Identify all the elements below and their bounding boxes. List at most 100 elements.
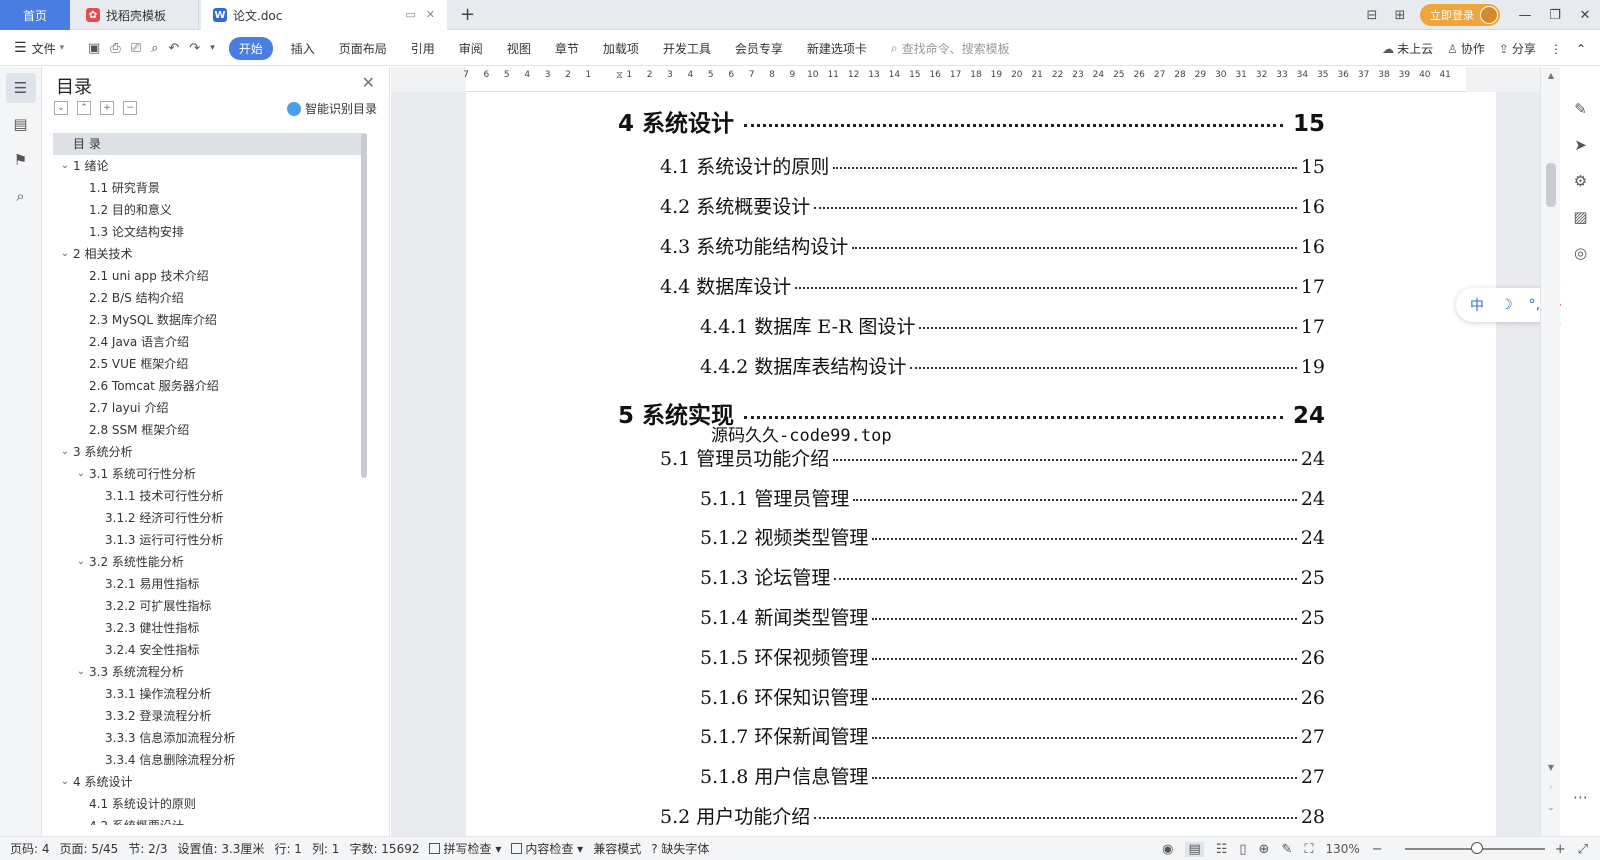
fullscreen-icon[interactable]: ⤢ bbox=[1578, 842, 1588, 857]
navigation-icon[interactable]: ▤ bbox=[6, 109, 36, 139]
remove-level-icon[interactable]: − bbox=[123, 101, 137, 115]
toc-entry[interactable]: 5.1.1 管理员管理 24 bbox=[700, 484, 1325, 511]
toc-item[interactable]: 3.3.1 操作流程分析 bbox=[53, 683, 363, 705]
toc-item[interactable]: ⌄ 3.2 系统性能分析 bbox=[53, 551, 363, 573]
export-pdf-icon[interactable]: ⎙ bbox=[110, 41, 120, 56]
toc-item[interactable]: 2.4 Java 语言介绍 bbox=[53, 331, 363, 353]
toc-panel-icon[interactable]: ☰ bbox=[5, 73, 36, 103]
indent-marker-icon[interactable]: ⧖ bbox=[616, 70, 623, 81]
toc-entry[interactable]: 5.1.7 环保新闻管理 27 bbox=[700, 722, 1325, 749]
collapse-all-icon[interactable]: ⌄ bbox=[54, 101, 68, 115]
toc-entry[interactable]: 4.4.1 数据库 E-R 图设计 17 bbox=[700, 312, 1325, 339]
toc-scrollbar[interactable] bbox=[361, 133, 367, 478]
toc-item[interactable]: 3.2.1 易用性指标 bbox=[53, 573, 363, 595]
collab-button[interactable]: ♙ 协作 bbox=[1447, 40, 1485, 57]
prev-page-icon[interactable]: ◦ bbox=[1541, 783, 1561, 792]
missing-font-button[interactable]: ? 缺失字体 bbox=[651, 840, 709, 857]
punct-icon[interactable]: °, bbox=[1529, 297, 1540, 313]
page-view-icon[interactable]: ▤ bbox=[1185, 841, 1204, 857]
customize-icon[interactable]: ▾ bbox=[210, 43, 215, 53]
restore-button[interactable]: ❐ bbox=[1540, 8, 1570, 23]
add-level-icon[interactable]: + bbox=[100, 101, 114, 115]
toc-item[interactable]: 2.5 VUE 框架介绍 bbox=[53, 353, 363, 375]
close-window-button[interactable]: ✕ bbox=[1570, 8, 1600, 23]
tab-insert[interactable]: 插入 bbox=[291, 40, 315, 57]
bookmark-icon[interactable]: ⚑ bbox=[6, 145, 36, 175]
toc-item[interactable]: ⌄ 2 相关技术 bbox=[53, 243, 363, 265]
smart-toc-button[interactable]: 智能识别目录 bbox=[286, 100, 377, 117]
print-icon[interactable]: ⎚ bbox=[131, 41, 141, 56]
toc-item[interactable]: ⌄ 3.3 系统流程分析 bbox=[53, 661, 363, 683]
toc-item[interactable]: 3.2.3 健壮性指标 bbox=[53, 617, 363, 639]
cursor-icon[interactable]: ➤ bbox=[1561, 127, 1600, 163]
toc-item[interactable]: 3.3.4 信息删除流程分析 bbox=[53, 749, 363, 771]
scroll-up-icon[interactable]: ▲ bbox=[1541, 71, 1561, 80]
toc-item[interactable]: 2.2 B/S 结构介绍 bbox=[53, 287, 363, 309]
tab-developer[interactable]: 开发工具 bbox=[663, 40, 711, 57]
toc-item[interactable]: 4.1 系统设计的原则 bbox=[53, 793, 363, 815]
close-icon[interactable]: ✕ bbox=[362, 73, 375, 92]
chevron-down-icon[interactable]: ⌄ bbox=[75, 463, 87, 485]
toc-item[interactable]: 2.7 layui 介绍 bbox=[53, 397, 363, 419]
zoom-knob[interactable] bbox=[1470, 842, 1483, 854]
template-tab[interactable]: ✿ 找稻壳模板 bbox=[74, 0, 199, 30]
toc-item[interactable]: 3.3.2 登录流程分析 bbox=[53, 705, 363, 727]
fit-page-icon[interactable]: ⛶ bbox=[1304, 842, 1313, 857]
tab-references[interactable]: 引用 bbox=[411, 40, 435, 57]
save-icon[interactable]: ▣ bbox=[88, 41, 100, 56]
chevron-down-icon[interactable]: ⌄ bbox=[59, 771, 71, 793]
zoom-value[interactable]: 130% bbox=[1325, 842, 1359, 856]
toc-entry[interactable]: 4.1 系统设计的原则 15 bbox=[660, 152, 1325, 179]
toc-item[interactable]: 1.1 研究背景 bbox=[53, 177, 363, 199]
toc-item[interactable]: ⌄ 3.1 系统可行性分析 bbox=[53, 463, 363, 485]
undo-icon[interactable]: ↶ bbox=[168, 41, 179, 56]
cloud-button[interactable]: ☁ 未上云 bbox=[1382, 40, 1433, 57]
apps-grid-icon[interactable]: ⊞ bbox=[1386, 8, 1414, 23]
toc-item[interactable]: 目 录 bbox=[53, 133, 363, 155]
chevron-down-icon[interactable]: ⌄ bbox=[75, 551, 87, 573]
toc-entry[interactable]: 5.2 用户功能介绍 28 bbox=[660, 802, 1325, 829]
chevron-down-icon[interactable]: ⌄ bbox=[59, 243, 71, 265]
toc-entry[interactable]: 5.1.2 视频类型管理 24 bbox=[700, 523, 1325, 550]
toc-entry[interactable]: 4.2 系统概要设计 16 bbox=[660, 192, 1325, 219]
toc-entry[interactable]: 5.1.3 论坛管理 25 bbox=[700, 563, 1325, 590]
toc-item[interactable]: 2.8 SSM 框架介绍 bbox=[53, 419, 363, 441]
status-page[interactable]: 页面: 5/45 bbox=[60, 840, 119, 857]
location-icon[interactable]: ◎ bbox=[1561, 235, 1600, 271]
toc-entry[interactable]: 4.4 数据库设计 17 bbox=[660, 272, 1325, 299]
new-tab-button[interactable]: + bbox=[460, 4, 475, 25]
tab-page-layout[interactable]: 页面布局 bbox=[339, 40, 387, 57]
document-page[interactable]: 源码久久-code99.top 4 系统设计 15 4.1 系统设计的原则 15 4.2… bbox=[466, 92, 1496, 836]
tab-review[interactable]: 审阅 bbox=[459, 40, 483, 57]
next-page-icon[interactable]: ⌄ bbox=[1541, 803, 1561, 812]
find-icon[interactable]: ⌕ bbox=[6, 181, 36, 211]
toc-entry[interactable]: 5.1 管理员功能介绍 24 bbox=[660, 444, 1325, 471]
toc-item[interactable]: 2.1 uni app 技术介绍 bbox=[53, 265, 363, 287]
toc-item[interactable]: 3.1.2 经济可行性分析 bbox=[53, 507, 363, 529]
tab-new[interactable]: 新建选项卡 bbox=[807, 40, 867, 57]
toc-item[interactable]: 3.3.3 信息添加流程分析 bbox=[53, 727, 363, 749]
toc-entry[interactable]: 5.1.5 环保视频管理 26 bbox=[700, 643, 1325, 670]
pen-icon[interactable]: ✎ bbox=[1561, 91, 1600, 127]
tab-chapter[interactable]: 章节 bbox=[555, 40, 579, 57]
toc-entry[interactable]: 5.1.4 新闻类型管理 25 bbox=[700, 603, 1325, 630]
toc-item[interactable]: 1.2 目的和意义 bbox=[53, 199, 363, 221]
toc-item[interactable]: 4.2 系统概要设计 bbox=[53, 815, 363, 825]
more-horizontal-icon[interactable]: ⋯ bbox=[1561, 779, 1600, 815]
zoom-out-icon[interactable]: − bbox=[1372, 842, 1383, 857]
web-view-icon[interactable]: ⊕ bbox=[1259, 842, 1270, 857]
pin-icon[interactable]: ▭ bbox=[405, 8, 415, 21]
collapse-ribbon-icon[interactable]: ⌃ bbox=[1576, 42, 1586, 56]
file-menu-button[interactable]: ☰ 文件 ▾ bbox=[0, 40, 88, 57]
status-words[interactable]: 字数: 15692 bbox=[349, 840, 419, 857]
toc-item[interactable]: ⌄ 4 系统设计 bbox=[53, 771, 363, 793]
chevron-down-icon[interactable]: ⌄ bbox=[59, 155, 71, 177]
login-button[interactable]: 立即登录 bbox=[1420, 4, 1500, 26]
toc-item[interactable]: 2.6 Tomcat 服务器介绍 bbox=[53, 375, 363, 397]
minimize-button[interactable]: — bbox=[1510, 8, 1540, 23]
print-preview-icon[interactable]: ⌕ bbox=[151, 41, 158, 56]
toc-item[interactable]: ⌄ 1 绪论 bbox=[53, 155, 363, 177]
chevron-down-icon[interactable]: ⌄ bbox=[75, 661, 87, 683]
zoom-in-icon[interactable]: + bbox=[1555, 842, 1566, 857]
scroll-thumb[interactable] bbox=[1546, 163, 1556, 207]
